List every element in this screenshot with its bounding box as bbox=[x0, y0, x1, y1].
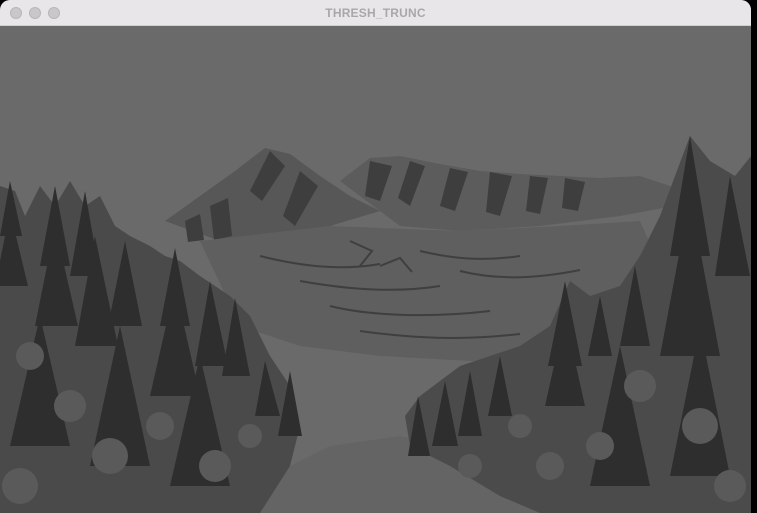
window-edge bbox=[751, 0, 757, 513]
window-title: THRESH_TRUNC bbox=[325, 6, 426, 20]
title-bar[interactable]: THRESH_TRUNC bbox=[0, 0, 751, 26]
thresholded-image bbox=[0, 26, 751, 513]
app-window: THRESH_TRUNC bbox=[0, 0, 751, 513]
image-canvas[interactable] bbox=[0, 26, 751, 513]
